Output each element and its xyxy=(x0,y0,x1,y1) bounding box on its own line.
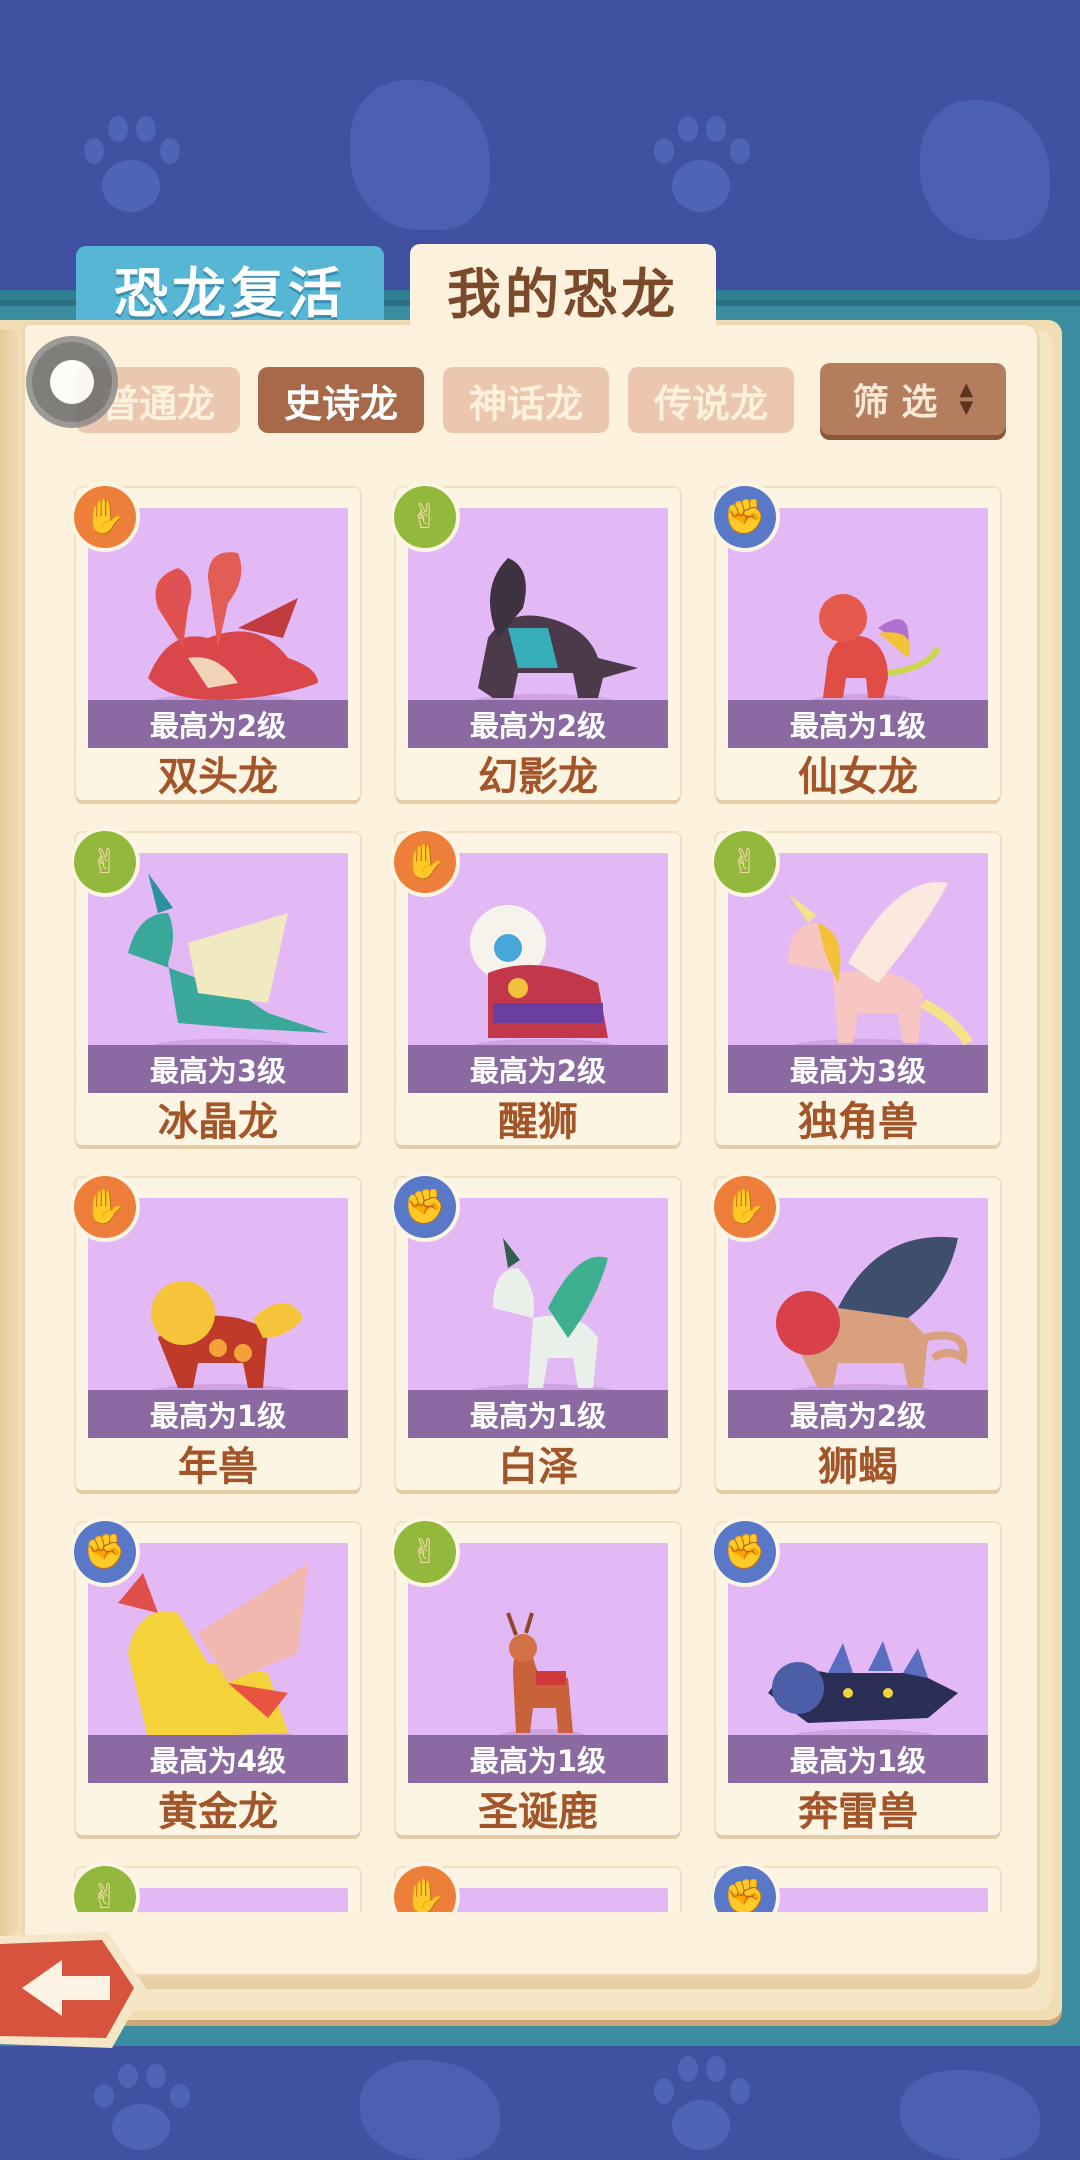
max-level-label: 最高为1级 xyxy=(728,700,988,748)
dragon-card[interactable]: 最高为1级 圣诞鹿 ✌ xyxy=(394,1521,680,1835)
max-level-label: 最高为1级 xyxy=(88,1390,348,1438)
max-level-label: 最高为3级 xyxy=(88,1045,348,1093)
dragon-card[interactable]: 最高为2级 幻影龙 ✌ xyxy=(394,486,680,800)
dragon-card[interactable]: 最高为4级 黄金龙 ✊ xyxy=(74,1521,360,1835)
max-level-label: 最高为2级 xyxy=(408,700,668,748)
tab-my-dinos[interactable]: 我的恐龙 xyxy=(410,244,716,334)
max-level-label: 最高为1级 xyxy=(408,1390,668,1438)
arrow-down-icon: ▼ xyxy=(959,397,974,418)
dragon-name: 年兽 xyxy=(178,1444,258,1490)
max-level-label: 最高为1级 xyxy=(408,1735,668,1783)
sort-filter-label: 筛 选 xyxy=(852,382,938,423)
sort-arrows-icon: ▲ ▼ xyxy=(959,381,973,417)
back-arrow-icon[interactable] xyxy=(0,1926,148,2054)
dragon-card[interactable]: 最高为1级 仙女龙 ✊ xyxy=(714,486,1000,800)
rps-badge-icon: ✊ xyxy=(714,486,776,548)
paw-print-icon xyxy=(90,2060,190,2150)
max-level-label: 最高为2级 xyxy=(88,700,348,748)
filter-myth-dragon[interactable]: 神话龙 xyxy=(443,367,609,433)
bg-silhouette xyxy=(900,2070,1040,2160)
dragon-card[interactable]: 最高为2级 醒狮 ✋ xyxy=(394,831,680,1145)
max-level-label: 最高为2级 xyxy=(728,1390,988,1438)
dragon-name: 双头龙 xyxy=(158,754,278,800)
dragon-card[interactable]: 最高为3级 冰晶龙 ✌ xyxy=(74,831,360,1145)
max-level-label: 最高为1级 xyxy=(728,1735,988,1783)
tab-dino-revive[interactable]: 恐龙复活 xyxy=(76,246,384,330)
dragon-name: 白泽 xyxy=(498,1444,578,1490)
bg-silhouette xyxy=(920,100,1050,240)
rps-badge-icon: ✋ xyxy=(714,1176,776,1238)
rps-badge-icon: ✋ xyxy=(394,1866,456,1912)
dragon-card[interactable]: ✊ xyxy=(714,1866,1000,1912)
rps-badge-icon: ✊ xyxy=(74,1521,136,1583)
rps-badge-icon: ✌ xyxy=(394,1521,456,1583)
sort-filter-button[interactable]: 筛 选 ▲ ▼ xyxy=(820,363,1006,435)
rps-badge-icon: ✋ xyxy=(74,1176,136,1238)
max-level-label: 最高为4级 xyxy=(88,1735,348,1783)
floating-assistive-button[interactable] xyxy=(32,342,112,422)
dragon-name: 冰晶龙 xyxy=(158,1099,278,1145)
filter-legend-dragon[interactable]: 传说龙 xyxy=(628,367,794,433)
dragon-name: 奔雷兽 xyxy=(798,1789,918,1835)
dragon-card[interactable]: 最高为3级 独角兽 ✌ xyxy=(714,831,1000,1145)
dragon-name: 幻影龙 xyxy=(478,754,598,800)
paw-print-icon xyxy=(80,110,180,220)
dragon-name: 黄金龙 xyxy=(158,1789,278,1835)
dragon-grid[interactable]: 最高为2级 双头龙 ✋ 最高为2级 幻影龙 ✌ 最高为1级 仙女龙 ✊ 最高为3… xyxy=(60,470,1020,1912)
rps-badge-icon: ✊ xyxy=(714,1521,776,1583)
paw-print-icon xyxy=(650,2050,750,2150)
filter-epic-dragon[interactable]: 史诗龙 xyxy=(258,367,424,433)
rps-badge-icon: ✌ xyxy=(714,831,776,893)
dragon-name: 狮蝎 xyxy=(818,1444,898,1490)
max-level-label: 最高为3级 xyxy=(728,1045,988,1093)
dragon-card[interactable]: ✌ xyxy=(74,1866,360,1912)
rps-badge-icon: ✊ xyxy=(714,1866,776,1912)
dragon-card[interactable]: 最高为1级 年兽 ✋ xyxy=(74,1176,360,1490)
dragon-card[interactable]: 最高为1级 白泽 ✊ xyxy=(394,1176,680,1490)
dragon-name: 醒狮 xyxy=(498,1099,578,1145)
rps-badge-icon: ✊ xyxy=(394,1176,456,1238)
rps-badge-icon: ✋ xyxy=(394,831,456,893)
rps-badge-icon: ✌ xyxy=(74,1866,136,1912)
bg-silhouette xyxy=(350,80,490,230)
dragon-name: 独角兽 xyxy=(798,1099,918,1145)
rps-badge-icon: ✌ xyxy=(394,486,456,548)
bg-silhouette xyxy=(360,2060,500,2160)
dragon-card[interactable]: 最高为2级 狮蝎 ✋ xyxy=(714,1176,1000,1490)
rps-badge-icon: ✌ xyxy=(74,831,136,893)
paw-print-icon xyxy=(650,110,750,220)
rps-badge-icon: ✋ xyxy=(74,486,136,548)
dragon-card[interactable]: 最高为2级 双头龙 ✋ xyxy=(74,486,360,800)
dragon-name: 圣诞鹿 xyxy=(478,1789,598,1835)
max-level-label: 最高为2级 xyxy=(408,1045,668,1093)
dragon-card[interactable]: ✋ xyxy=(394,1866,680,1912)
dragon-card[interactable]: 最高为1级 奔雷兽 ✊ xyxy=(714,1521,1000,1835)
dragon-name: 仙女龙 xyxy=(798,754,918,800)
